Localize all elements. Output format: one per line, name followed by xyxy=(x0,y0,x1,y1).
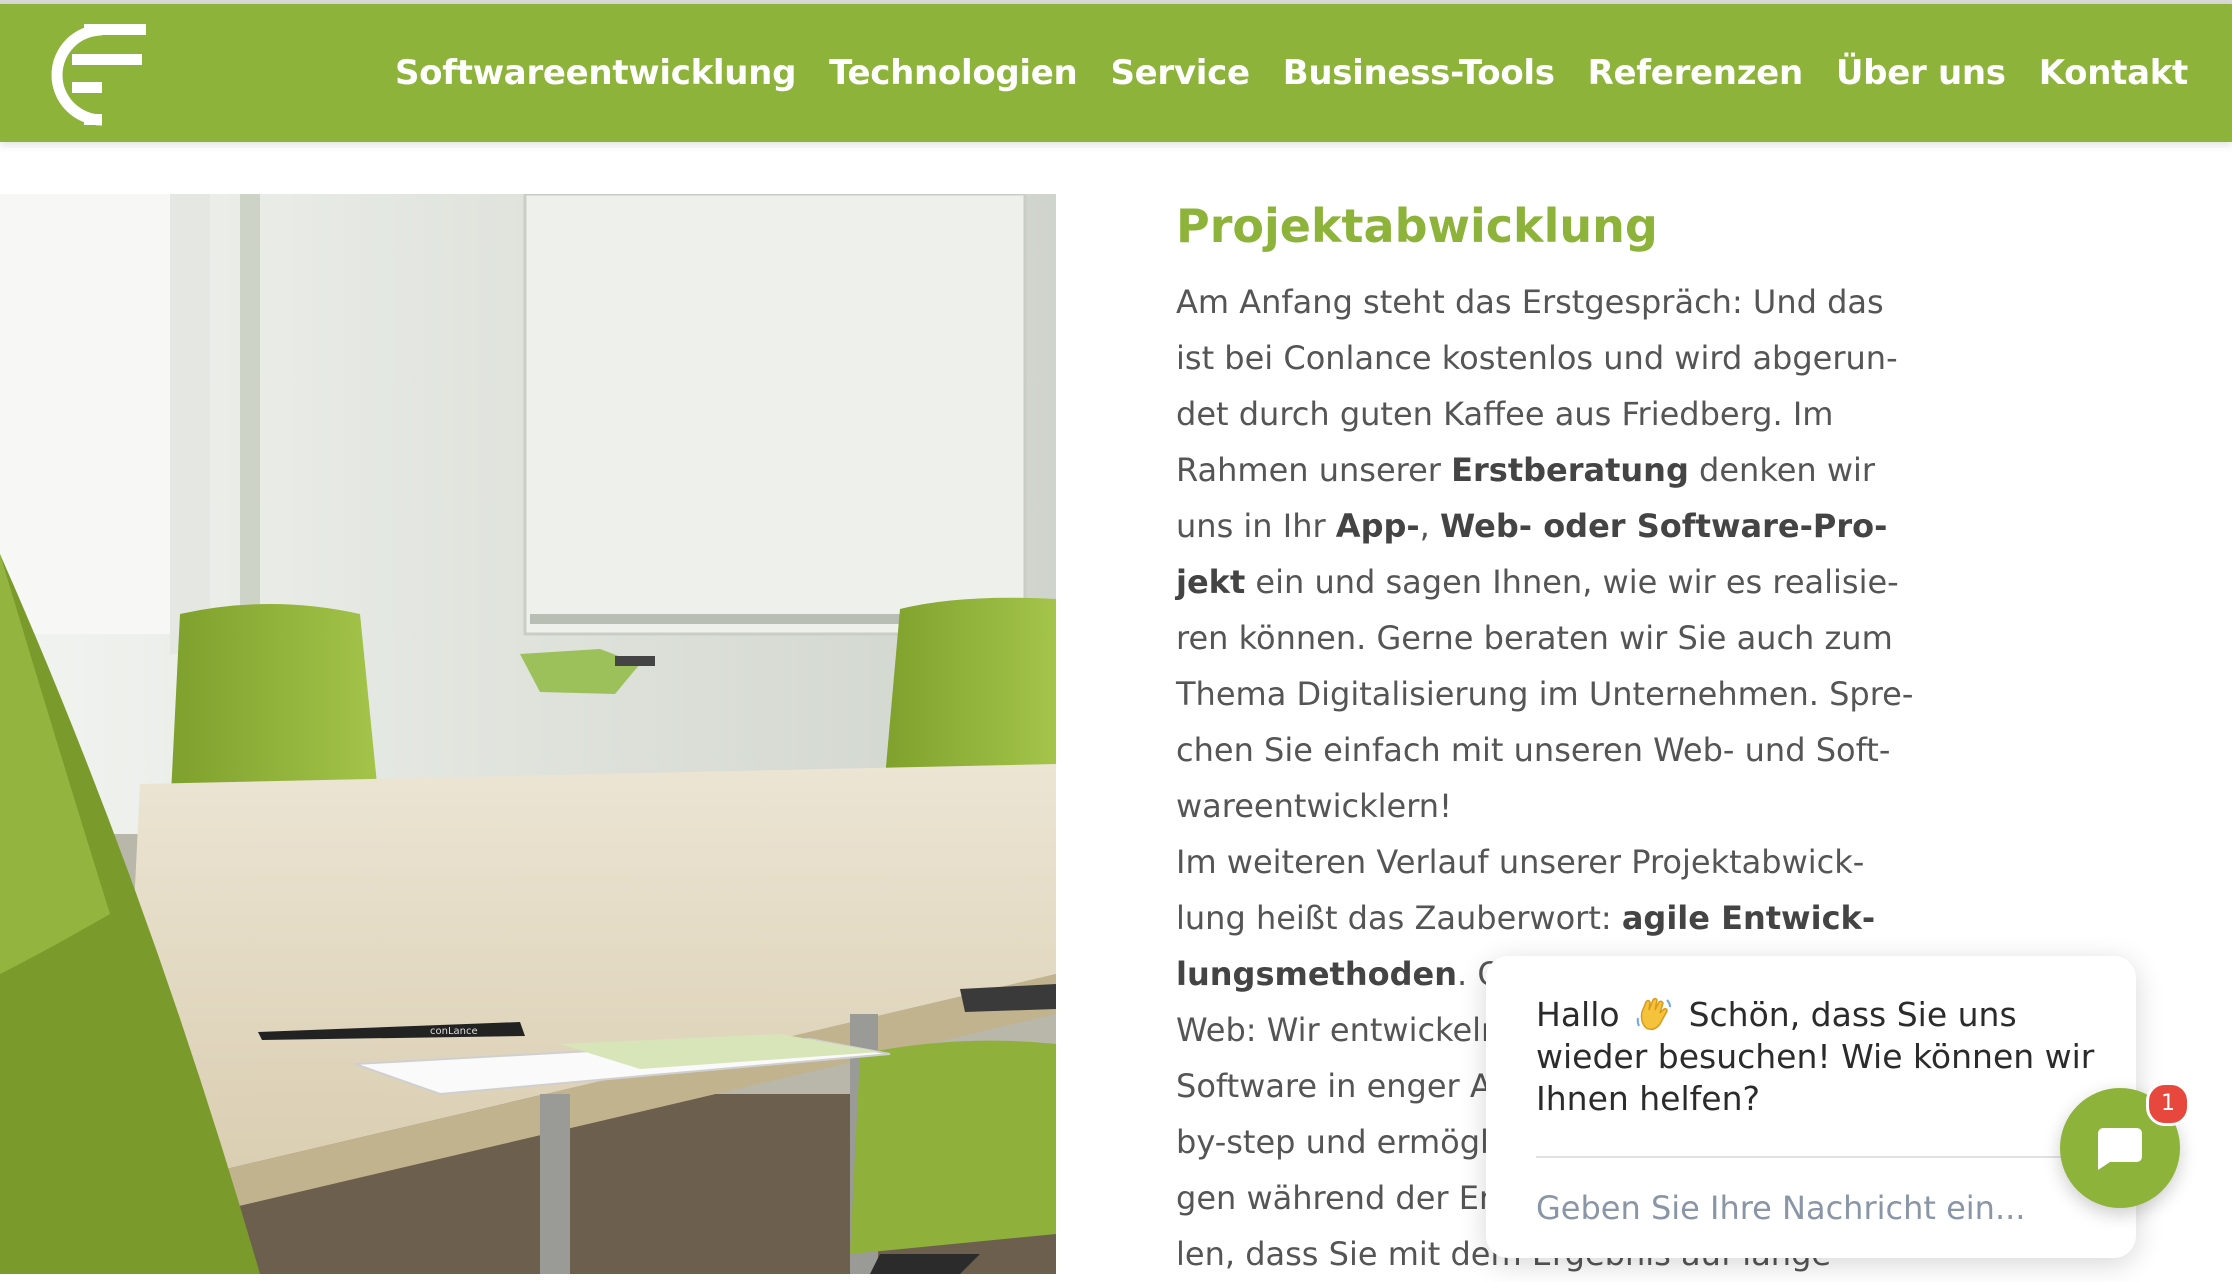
unread-count-badge: 1 xyxy=(2146,1082,2190,1126)
nav-technologien[interactable]: Technologien xyxy=(829,53,1078,93)
nav-service[interactable]: Service xyxy=(1110,53,1250,93)
chat-message-input[interactable] xyxy=(1536,1180,2096,1236)
chat-greeting: Hallo Schön, dass Sie uns wieder besuche… xyxy=(1536,994,2096,1120)
conlance-logo-icon[interactable] xyxy=(42,22,150,128)
page-title: Projektabwicklung xyxy=(1176,199,1658,253)
pen-logo-text: conLance xyxy=(430,1026,478,1037)
text-line: Rahmen unserer Erstberatung denken wir xyxy=(1176,451,1876,489)
text-line: Thema Digitalisierung im Unternehmen. Sp… xyxy=(1176,675,1914,713)
chat-bubble-icon xyxy=(2098,1128,2142,1170)
text-line: wareentwicklern! xyxy=(1176,787,1452,825)
chat-divider xyxy=(1536,1156,2096,1158)
text-line: uns in Ihr App-, Web- oder Software-Pro- xyxy=(1176,507,1888,545)
chat-popup: Hallo Schön, dass Sie uns wieder besuche… xyxy=(1486,956,2136,1258)
chat-greeting-text: Schön, dass Sie uns wieder besuchen! Wie… xyxy=(1536,995,2095,1118)
nav-softwareentwicklung[interactable]: Softwareentwicklung xyxy=(395,53,796,93)
meeting-room-illustration: conLance xyxy=(0,194,1056,1274)
text-line: Am Anfang steht das Erstgespräch: Und da… xyxy=(1176,283,1884,321)
waving-hand-icon xyxy=(1636,997,1672,1031)
nav-ueber-uns[interactable]: Über uns xyxy=(1836,53,2006,93)
text-line: chen Sie einfach mit unseren Web- und So… xyxy=(1176,731,1891,769)
text-line: jekt ein und sagen Ihnen, wie wir es rea… xyxy=(1176,563,1899,601)
nav-business-tools[interactable]: Business-Tools xyxy=(1283,53,1555,93)
meeting-room-photo: conLance xyxy=(0,194,1056,1274)
text-line: det durch guten Kaffee aus Friedberg. Im xyxy=(1176,395,1834,433)
chat-greeting-hello: Hallo xyxy=(1536,995,1620,1034)
nav-kontakt[interactable]: Kontakt xyxy=(2039,53,2189,93)
text-line: ist bei Conlance kostenlos und wird abge… xyxy=(1176,339,1898,377)
text-line: ren können. Gerne beraten wir Sie auch z… xyxy=(1176,619,1893,657)
text-line: lung heißt das Zauberwort: agile Entwick… xyxy=(1176,899,1876,937)
site-header: Softwareentwicklung Technologien Service… xyxy=(0,4,2232,142)
main-navigation: Softwareentwicklung Technologien Service… xyxy=(395,4,2188,142)
nav-referenzen[interactable]: Referenzen xyxy=(1588,53,1803,93)
text-line: Im weiteren Verlauf unserer Projektabwic… xyxy=(1176,843,1865,881)
